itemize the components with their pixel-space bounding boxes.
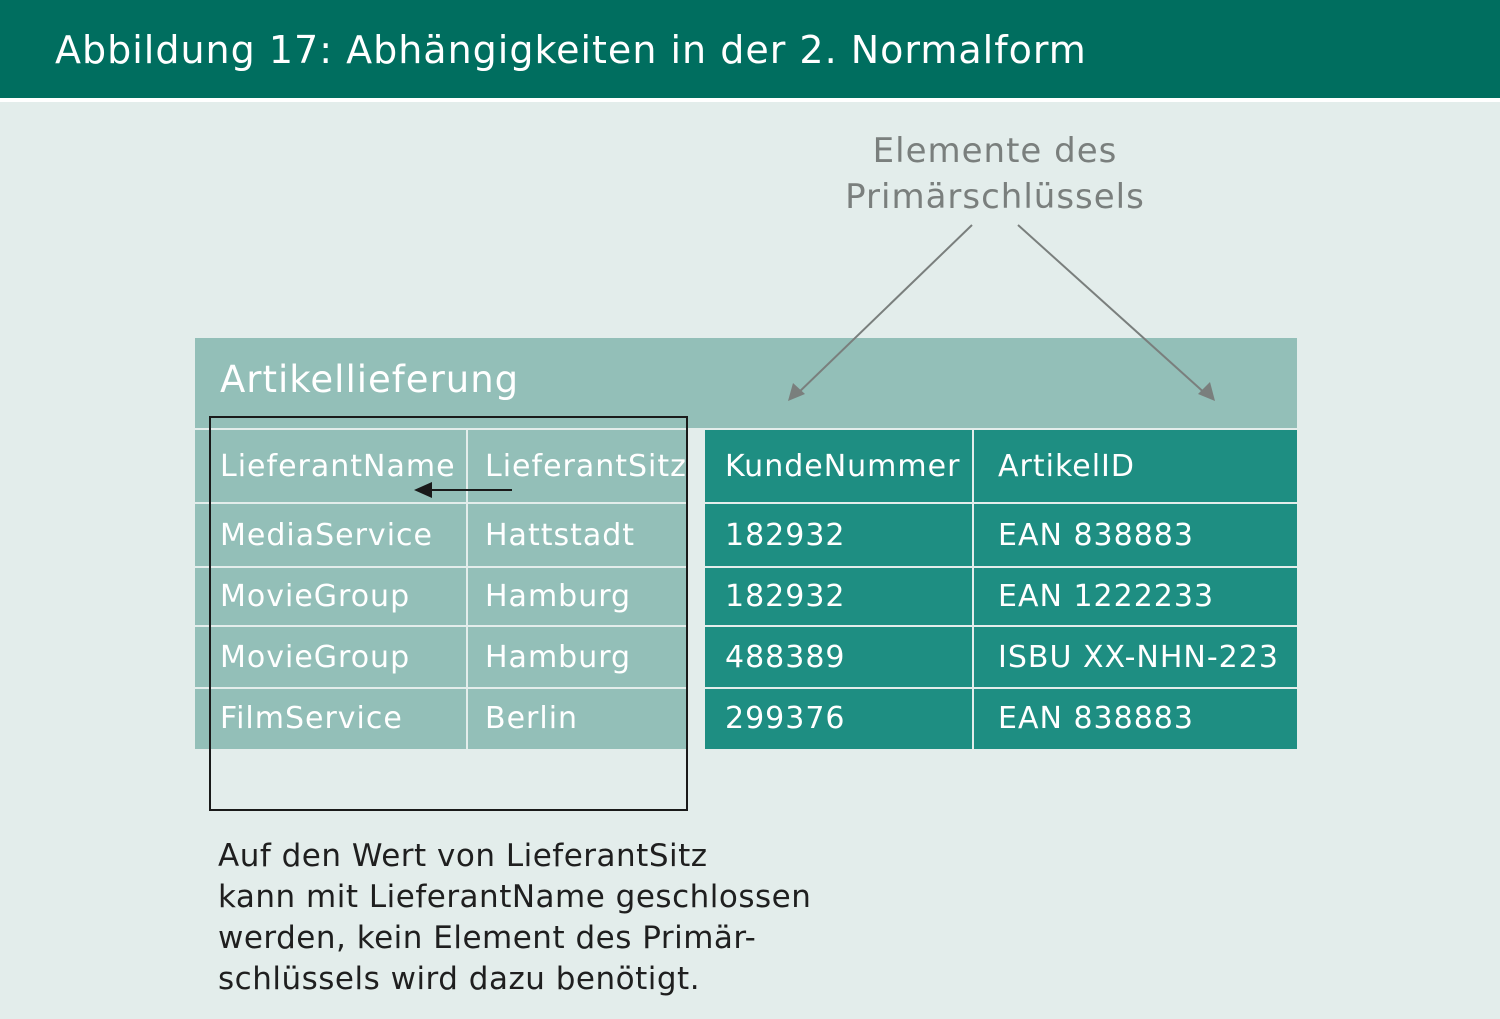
caption-line-4: schlüssels wird dazu benötigt. bbox=[218, 961, 701, 997]
arrow-head bbox=[788, 383, 805, 401]
caption-line-3: werden, kein Element des Primär- bbox=[218, 920, 757, 956]
arrow-to-kundenummer bbox=[794, 224, 973, 397]
caption-line-1: Auf den Wert von LieferantSitz bbox=[218, 838, 708, 874]
caption-line-2: kann mit LieferantName geschlossen bbox=[218, 879, 812, 915]
arrow-to-artikelid bbox=[1017, 224, 1209, 397]
arrow-head bbox=[1198, 382, 1215, 401]
dependency-arrow-head bbox=[414, 482, 432, 498]
explanation-caption: Auf den Wert von LieferantSitz kann mit … bbox=[218, 836, 811, 1000]
